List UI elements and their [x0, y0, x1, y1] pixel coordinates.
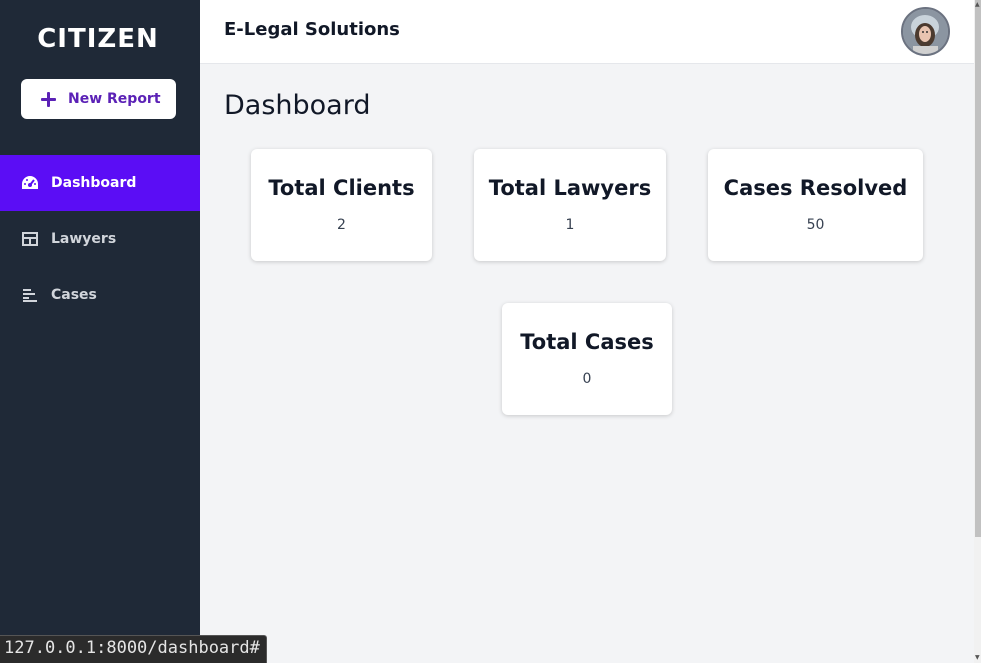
stat-card-cases-resolved: Cases Resolved 50 — [708, 149, 923, 261]
stat-card-value: 1 — [565, 217, 575, 233]
sidebar-item-dashboard[interactable]: Dashboard — [0, 155, 200, 211]
stat-card-total-cases: Total Cases 0 — [502, 303, 672, 415]
app-title: E-Legal Solutions — [224, 19, 400, 40]
stat-card-total-clients: Total Clients 2 — [251, 149, 432, 261]
new-report-button[interactable]: New Report — [21, 79, 176, 119]
sidebar-item-cases[interactable]: Cases — [0, 267, 200, 323]
scroll-down-icon[interactable]: ▼ — [975, 655, 981, 661]
stat-card-label: Total Clients — [268, 176, 415, 200]
stat-card-total-lawyers: Total Lawyers 1 — [474, 149, 666, 261]
stat-card-value: 0 — [582, 371, 592, 387]
link-status-bar: 127.0.0.1:8000/dashboard# — [0, 635, 267, 663]
sidebar-item-label: Lawyers — [51, 231, 117, 247]
user-avatar[interactable] — [901, 7, 950, 56]
sidebar-item-lawyers[interactable]: Lawyers — [0, 211, 200, 267]
scroll-up-icon[interactable]: ▲ — [975, 2, 981, 8]
stat-card-label: Total Lawyers — [488, 176, 652, 200]
stat-card-value: 50 — [806, 217, 825, 233]
brand-logo[interactable]: CITIZEN — [0, 24, 196, 54]
top-header: E-Legal Solutions — [200, 0, 974, 64]
gauge-icon — [21, 174, 39, 192]
stat-card-label: Cases Resolved — [723, 176, 908, 200]
sidebar-item-label: Dashboard — [51, 175, 137, 191]
sidebar: CITIZEN New Report Dashboard Lawyers Cas… — [0, 0, 200, 663]
page-title: Dashboard — [224, 90, 371, 121]
stat-card-label: Total Cases — [520, 330, 654, 354]
scrollbar-thumb[interactable] — [975, 0, 981, 537]
new-report-label: New Report — [68, 91, 161, 107]
table-icon — [21, 230, 39, 248]
stat-card-value: 2 — [337, 217, 346, 233]
sidebar-item-label: Cases — [51, 287, 97, 303]
plus-icon — [41, 91, 56, 107]
list-icon — [21, 286, 39, 304]
